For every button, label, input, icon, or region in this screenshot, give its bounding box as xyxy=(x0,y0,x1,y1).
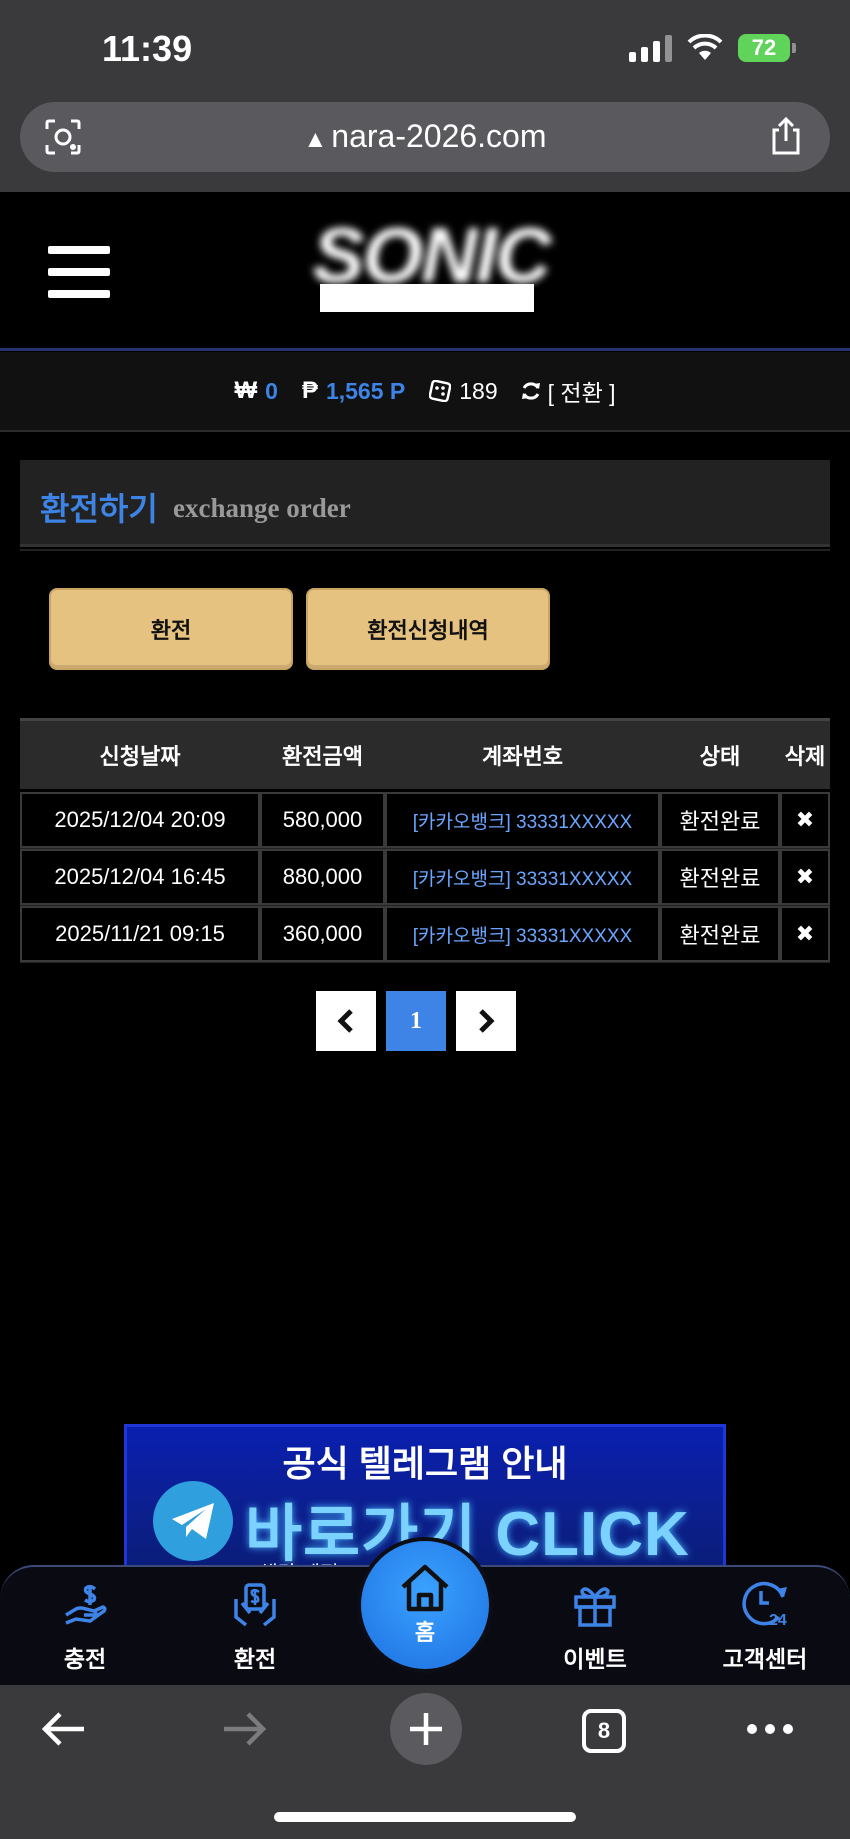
wifi-icon xyxy=(687,34,723,60)
table-row: 2025/11/21 09:15 360,000 [카카오뱅크] 33331XX… xyxy=(20,906,830,963)
nav-event-label: 이벤트 xyxy=(563,1646,627,1672)
home-icon xyxy=(401,1564,449,1612)
status-bar: 11:39 72 xyxy=(0,0,850,100)
gift-icon xyxy=(574,1587,616,1627)
share-icon[interactable] xyxy=(768,116,804,156)
new-tab-button[interactable] xyxy=(390,1693,462,1765)
chevron-right-icon xyxy=(479,1009,495,1033)
nav-withdraw[interactable]: 환전 xyxy=(190,1579,320,1674)
chevron-left-icon xyxy=(337,1009,353,1033)
plus-icon xyxy=(410,1713,442,1745)
home-indicator xyxy=(274,1812,576,1822)
cell-account: [카카오뱅크] 33331XXXXX xyxy=(385,906,660,962)
point-balance: ₱ 1,565 P xyxy=(302,377,405,405)
page-title-box: 환전하기 exchange order xyxy=(20,460,830,547)
prev-page-button[interactable] xyxy=(316,991,376,1051)
banner-title: 공식 텔레그램 안내 xyxy=(282,1443,568,1484)
chip-value: 189 xyxy=(459,377,498,404)
point-value: 1,565 P xyxy=(325,377,406,404)
url-text[interactable]: ▲ nara-2026.com xyxy=(20,118,830,155)
hand-dollar-icon xyxy=(65,1584,107,1625)
table-header: 신청날짜 환전금액 계좌번호 상태 삭제 xyxy=(20,718,830,789)
cell-amount: 580,000 xyxy=(260,792,385,848)
battery-level: 72 xyxy=(751,35,777,60)
cell-amount: 360,000 xyxy=(260,906,385,962)
cell-date: 2025/12/04 20:09 xyxy=(20,792,260,848)
title-divider xyxy=(20,549,830,551)
cell-date: 2025/11/21 09:15 xyxy=(20,906,260,962)
status-time: 11:39 xyxy=(102,28,193,69)
back-arrow-icon[interactable] xyxy=(40,1709,88,1749)
page-title: 환전하기 xyxy=(40,491,158,527)
balance-bar: ₩ 0 ₱ 1,565 P 189 [ 전환 ] xyxy=(0,352,850,432)
tabs-button[interactable]: 8 xyxy=(582,1709,626,1753)
page-1-button[interactable]: 1 xyxy=(386,991,446,1051)
nav-event[interactable]: 이벤트 xyxy=(530,1579,660,1674)
logo-redaction xyxy=(320,284,534,312)
convert-button[interactable]: [ 전환 ] xyxy=(510,374,616,408)
more-icon[interactable] xyxy=(746,1723,794,1735)
nav-home[interactable]: 홈 xyxy=(357,1537,493,1673)
cell-date: 2025/12/04 16:45 xyxy=(20,849,260,905)
table-row: 2025/12/04 16:45 880,000 [카카오뱅크] 33331XX… xyxy=(20,849,830,906)
cash-balance: ₩ 0 xyxy=(234,377,277,405)
battery-icon: 72 xyxy=(738,34,796,62)
point-icon: ₱ xyxy=(301,377,318,404)
cash-value: 0 xyxy=(265,377,278,404)
exchange-table: 신청날짜 환전금액 계좌번호 상태 삭제 2025/12/04 20:09 58… xyxy=(20,718,830,963)
col-delete-header: 삭제 xyxy=(784,744,826,769)
signal-icon xyxy=(629,34,672,62)
telegram-icon xyxy=(153,1481,233,1561)
won-icon: ₩ xyxy=(234,377,258,404)
url-domain: nara-2026.com xyxy=(331,118,547,154)
nav-home-label: 홈 xyxy=(414,1620,436,1645)
cell-account: [카카오뱅크] 33331XXXXX xyxy=(385,792,660,848)
page-subtitle: exchange order xyxy=(173,493,351,523)
col-account-header: 계좌번호 xyxy=(482,744,563,769)
cell-amount: 880,000 xyxy=(260,849,385,905)
delete-icon[interactable]: ✖ xyxy=(780,849,830,905)
exchange-button[interactable]: 환전 xyxy=(49,588,293,670)
warning-icon: ▲ xyxy=(303,126,328,153)
col-date-header: 신청날짜 xyxy=(99,744,181,769)
hand-money-icon xyxy=(234,1583,276,1627)
cell-account: [카카오뱅크] 33331XXXXX xyxy=(385,849,660,905)
svg-text:24: 24 xyxy=(769,1612,787,1629)
delete-icon[interactable]: ✖ xyxy=(780,906,830,962)
pagination: 1 xyxy=(316,991,516,1051)
support-24-icon: 24 xyxy=(742,1581,787,1629)
cell-status: 환전완료 xyxy=(660,792,780,848)
col-amount-header: 환전금액 xyxy=(282,744,363,769)
exchange-history-button[interactable]: 환전신청내역 xyxy=(306,588,550,670)
cell-status: 환전완료 xyxy=(660,906,780,962)
col-status-header: 상태 xyxy=(699,744,741,769)
dice-icon xyxy=(429,380,452,402)
table-row: 2025/12/04 20:09 580,000 [카카오뱅크] 33331XX… xyxy=(20,792,830,849)
home-button[interactable]: 홈 xyxy=(361,1541,489,1669)
next-page-button[interactable] xyxy=(456,991,516,1051)
cell-status: 환전완료 xyxy=(660,849,780,905)
delete-icon[interactable]: ✖ xyxy=(780,792,830,848)
nav-withdraw-label: 환전 xyxy=(233,1646,277,1672)
browser-url-area: ▲ nara-2026.com xyxy=(0,100,850,192)
menu-icon[interactable] xyxy=(48,246,110,298)
forward-arrow-icon[interactable] xyxy=(220,1709,268,1749)
refresh-icon xyxy=(521,382,540,400)
nav-support-label: 고객센터 xyxy=(722,1646,808,1672)
url-bar[interactable]: ▲ nara-2026.com xyxy=(20,102,830,172)
nav-deposit-label: 충전 xyxy=(63,1646,107,1672)
status-icons: 72 xyxy=(629,34,796,62)
convert-label: [ 전환 ] xyxy=(547,380,616,406)
chip-balance: 189 xyxy=(429,377,498,405)
site-header: SONIC xyxy=(0,192,850,351)
nav-support[interactable]: 24 고객센터 xyxy=(700,1579,830,1674)
nav-deposit[interactable]: 충전 xyxy=(20,1579,150,1674)
